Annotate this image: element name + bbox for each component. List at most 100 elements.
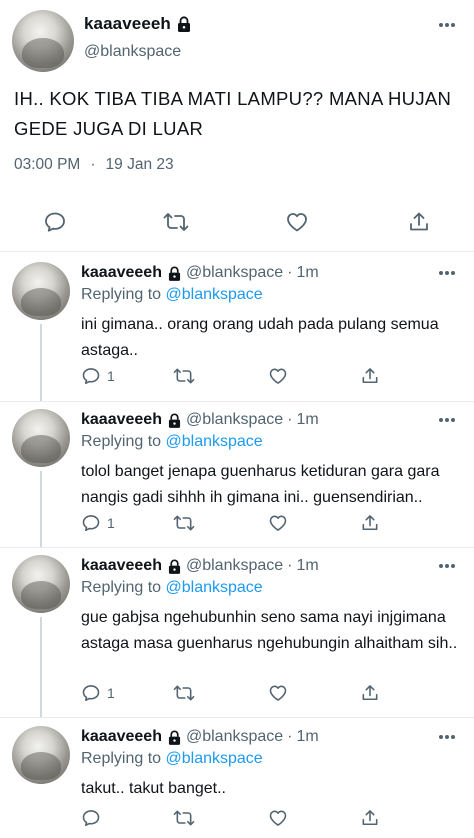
like-icon xyxy=(268,683,288,703)
reply-age[interactable]: 1m xyxy=(296,411,318,429)
more-icon[interactable] xyxy=(438,563,456,569)
share-icon[interactable] xyxy=(407,210,431,234)
author-handle[interactable]: @blankspace xyxy=(186,264,283,282)
author-name[interactable]: kaaaveeeh xyxy=(81,557,162,575)
like-icon xyxy=(268,513,288,533)
lock-icon xyxy=(168,559,181,574)
tweet-text: IH.. KOK TIBA TIBA MATI LAMPU?? MANA HUJ… xyxy=(14,88,452,139)
share-icon xyxy=(360,366,380,386)
reply-button[interactable]: 1 xyxy=(81,513,115,533)
author-handle[interactable]: @blankspace xyxy=(186,411,283,429)
retweet-button[interactable] xyxy=(173,513,195,533)
retweet-icon[interactable] xyxy=(163,210,189,234)
reply-button[interactable] xyxy=(81,808,107,828)
retweet-button[interactable] xyxy=(173,808,195,828)
lock-icon xyxy=(168,730,181,745)
tweet-text: takut.. takut banget.. xyxy=(81,780,226,797)
reply-tweet: kaaaveeeh @blankspace · 1m Replying to @… xyxy=(0,401,474,547)
retweet-button[interactable] xyxy=(173,366,195,386)
lock-icon xyxy=(168,413,181,428)
like-button[interactable] xyxy=(268,808,288,828)
meta-separator: · xyxy=(287,264,293,281)
author-handle[interactable]: @blankspace xyxy=(186,557,283,575)
tweet-timestamp[interactable]: 03:00 PM · 19 Jan 23 xyxy=(14,156,174,174)
tweet-time: 03:00 PM xyxy=(14,156,81,173)
share-button[interactable] xyxy=(360,683,380,703)
reply-icon[interactable] xyxy=(43,210,67,234)
tweet-text: tolol banget jenapa guenharus ketiduran … xyxy=(81,463,440,506)
tweet-text: ini gimana.. orang orang udah pada pulan… xyxy=(81,316,439,359)
avatar[interactable] xyxy=(12,10,74,72)
reply-header: kaaaveeeh @blankspace · 1m xyxy=(81,411,319,429)
more-icon[interactable] xyxy=(438,22,456,28)
reply-header: kaaaveeeh @blankspace · 1m xyxy=(81,264,319,282)
tweet-actions xyxy=(0,210,474,240)
like-icon[interactable] xyxy=(285,210,309,234)
replying-to: Replying to @blankspace xyxy=(81,579,263,597)
share-icon xyxy=(360,683,380,703)
meta-separator: · xyxy=(90,156,96,173)
reply-icon xyxy=(81,808,101,828)
tweet-actions xyxy=(0,808,474,830)
like-button[interactable] xyxy=(268,683,288,703)
author-name[interactable]: kaaaveeeh xyxy=(81,728,162,746)
tweet-date: 19 Jan 23 xyxy=(105,156,174,173)
retweet-icon xyxy=(173,366,195,386)
share-icon xyxy=(360,513,380,533)
replying-to: Replying to @blankspace xyxy=(81,286,263,304)
retweet-icon xyxy=(173,513,195,533)
reply-age[interactable]: 1m xyxy=(296,264,318,282)
meta-separator: · xyxy=(287,411,293,428)
like-icon xyxy=(268,808,288,828)
share-button[interactable] xyxy=(360,808,380,828)
like-button[interactable] xyxy=(268,366,288,386)
retweet-button[interactable] xyxy=(173,683,195,703)
reply-header: kaaaveeeh @blankspace · 1m xyxy=(81,728,319,746)
more-icon[interactable] xyxy=(438,270,456,276)
meta-separator: · xyxy=(287,557,293,574)
reply-tweet: kaaaveeeh @blankspace · 1m Replying to @… xyxy=(0,254,474,401)
reply-button[interactable]: 1 xyxy=(81,683,115,703)
share-button[interactable] xyxy=(360,366,380,386)
tweet-text: gue gabjsa ngehubunhin seno sama nayi in… xyxy=(81,609,458,652)
mention-link[interactable]: @blankspace xyxy=(166,579,263,596)
reply-count: 1 xyxy=(107,685,115,701)
avatar[interactable] xyxy=(12,555,70,613)
retweet-icon xyxy=(173,683,195,703)
main-tweet-author: kaaaveeeh xyxy=(84,14,191,34)
more-icon[interactable] xyxy=(438,417,456,423)
share-button[interactable] xyxy=(360,513,380,533)
reply-count: 1 xyxy=(107,515,115,531)
share-icon xyxy=(360,808,380,828)
reply-count: 1 xyxy=(107,368,115,384)
reply-age[interactable]: 1m xyxy=(296,728,318,746)
mention-link[interactable]: @blankspace xyxy=(166,286,263,303)
author-handle[interactable]: @blankspace xyxy=(186,728,283,746)
mention-link[interactable]: @blankspace xyxy=(166,750,263,767)
reply-icon xyxy=(81,513,101,533)
reply-age[interactable]: 1m xyxy=(296,557,318,575)
avatar[interactable] xyxy=(12,409,70,467)
thread-line xyxy=(40,324,42,401)
author-name[interactable]: kaaaveeeh xyxy=(81,411,162,429)
like-button[interactable] xyxy=(268,513,288,533)
more-icon[interactable] xyxy=(438,734,456,740)
author-name[interactable]: kaaaveeeh xyxy=(81,264,162,282)
avatar[interactable] xyxy=(12,726,70,784)
tweet-actions: 1 xyxy=(0,513,474,535)
retweet-icon xyxy=(173,808,195,828)
reply-tweet: kaaaveeeh @blankspace · 1m Replying to @… xyxy=(0,547,474,717)
reply-tweet: kaaaveeeh @blankspace · 1m Replying to @… xyxy=(0,718,474,838)
reply-button[interactable]: 1 xyxy=(81,366,115,386)
mention-link[interactable]: @blankspace xyxy=(166,433,263,450)
meta-separator: · xyxy=(287,728,293,745)
reply-icon xyxy=(81,366,101,386)
lock-icon xyxy=(177,16,191,32)
replying-prefix: Replying to xyxy=(81,286,162,303)
reply-icon xyxy=(81,683,101,703)
author-name[interactable]: kaaaveeeh xyxy=(84,14,171,34)
avatar[interactable] xyxy=(12,262,70,320)
thread-line xyxy=(40,471,42,547)
author-handle[interactable]: @blankspace xyxy=(84,43,181,61)
replying-to: Replying to @blankspace xyxy=(81,433,263,451)
